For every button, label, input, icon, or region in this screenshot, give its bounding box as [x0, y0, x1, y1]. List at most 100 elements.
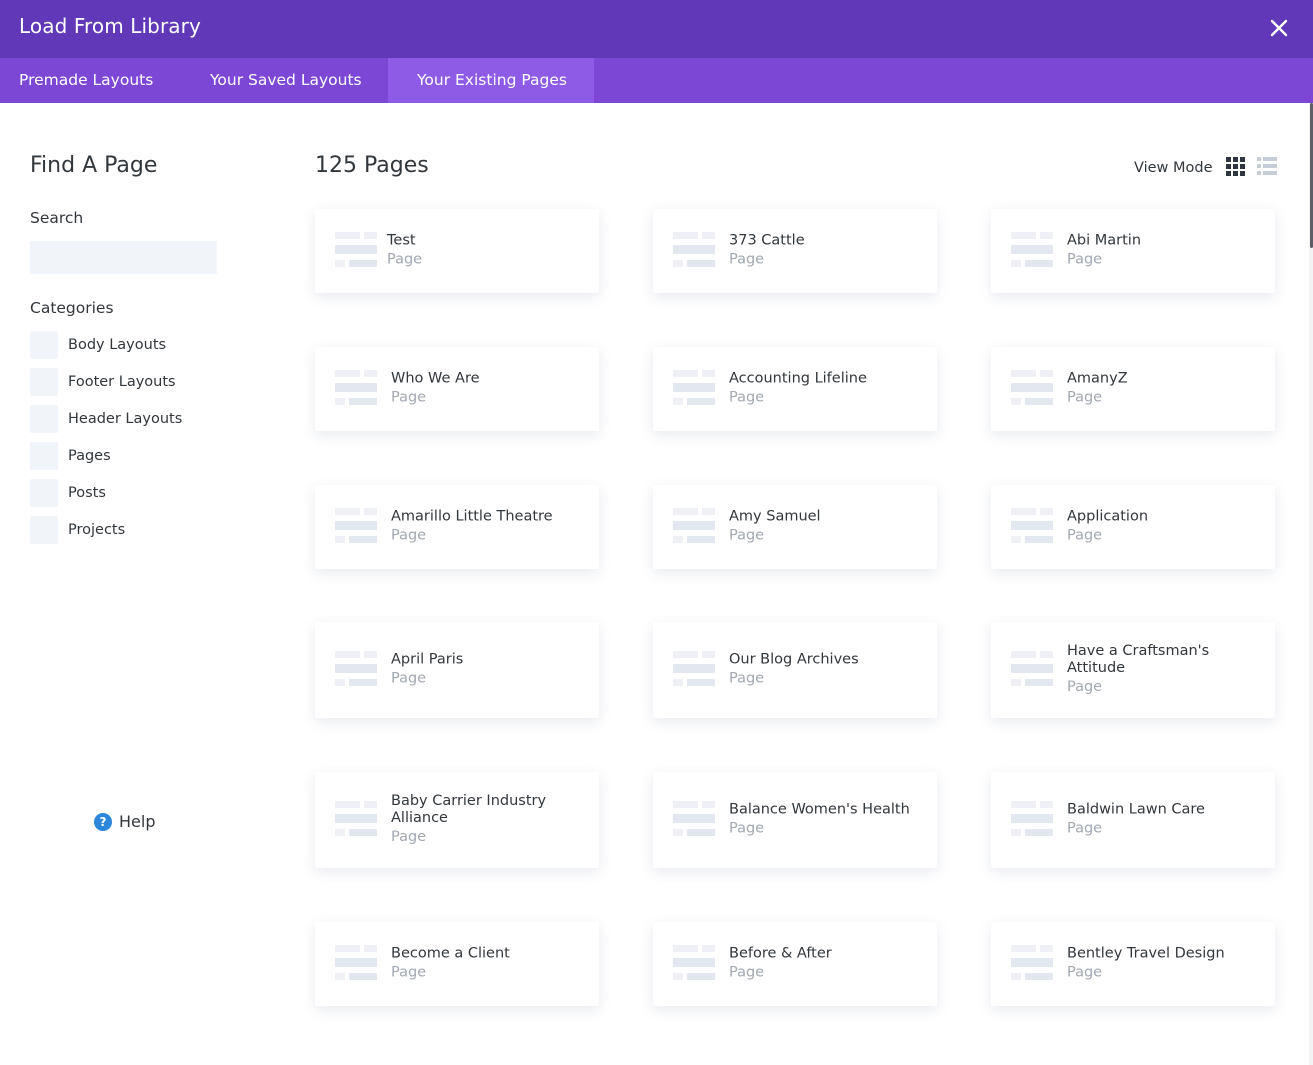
- page-card[interactable]: Our Blog Archives Page: [653, 622, 937, 718]
- layout-thumbnail-icon: [335, 651, 377, 686]
- page-title: Abi Martin: [1067, 232, 1142, 249]
- page-title: Before & After: [729, 945, 832, 962]
- layout-thumbnail-icon: [673, 232, 715, 267]
- category-body-layouts[interactable]: Body Layouts: [30, 331, 166, 359]
- tab-saved-layouts[interactable]: Your Saved Layouts: [191, 58, 388, 103]
- page-type: Page: [1067, 820, 1103, 837]
- page-title: April Paris: [391, 651, 464, 668]
- category-checkbox[interactable]: [30, 405, 58, 433]
- page-type: Page: [729, 527, 765, 544]
- page-title: Accounting Lifeline: [729, 370, 867, 387]
- category-footer-layouts[interactable]: Footer Layouts: [30, 368, 176, 396]
- layout-thumbnail-icon: [335, 801, 377, 836]
- page-card[interactable]: Who We Are Page: [315, 347, 599, 431]
- page-title: Amarillo Little Theatre: [391, 508, 553, 525]
- page-card[interactable]: AmanyZ Page: [991, 347, 1275, 431]
- page-card[interactable]: April Paris Page: [315, 622, 599, 718]
- list-view-button[interactable]: [1257, 157, 1277, 176]
- page-type: Page: [729, 820, 765, 837]
- page-title: Application: [1067, 508, 1149, 525]
- page-card[interactable]: 373 Cattle Page: [653, 209, 937, 293]
- layout-thumbnail-icon: [1011, 508, 1053, 543]
- search-input[interactable]: [30, 241, 217, 274]
- category-pages[interactable]: Pages: [30, 442, 111, 470]
- page-card[interactable]: Bentley Travel Design Page: [991, 922, 1275, 1006]
- category-label: Footer Layouts: [68, 374, 176, 390]
- page-card[interactable]: Baby Carrier Industry Alliance Page: [315, 772, 599, 868]
- page-title: Bentley Travel Design: [1067, 945, 1225, 962]
- tab-premade-layouts[interactable]: Premade Layouts: [0, 58, 180, 103]
- page-title: Who We Are: [391, 370, 480, 387]
- layout-thumbnail-icon: [1011, 651, 1053, 686]
- page-title: 373 Cattle: [729, 232, 805, 249]
- page-card[interactable]: Before & After Page: [653, 922, 937, 1006]
- page-title: Our Blog Archives: [729, 651, 859, 668]
- page-card[interactable]: Become a Client Page: [315, 922, 599, 1006]
- layout-thumbnail-icon: [673, 945, 715, 980]
- page-type: Page: [729, 251, 765, 268]
- page-type: Page: [729, 964, 765, 981]
- page-title: Baldwin Lawn Care: [1067, 801, 1205, 818]
- page-type: Page: [1067, 389, 1103, 406]
- page-title: AmanyZ: [1067, 370, 1128, 387]
- category-checkbox[interactable]: [30, 479, 58, 507]
- page-type: Page: [1067, 251, 1103, 268]
- tab-bar: Premade Layouts Your Saved Layouts Your …: [0, 58, 1313, 103]
- category-projects[interactable]: Projects: [30, 516, 125, 544]
- search-label: Search: [30, 209, 84, 227]
- help-label: Help: [119, 812, 156, 831]
- category-label: Posts: [68, 485, 106, 501]
- page-title: Become a Client: [391, 945, 510, 962]
- page-card[interactable]: Baldwin Lawn Care Page: [991, 772, 1275, 868]
- category-checkbox[interactable]: [30, 331, 58, 359]
- page-card[interactable]: Accounting Lifeline Page: [653, 347, 937, 431]
- page-type: Page: [1067, 679, 1103, 695]
- page-type: Page: [391, 670, 427, 687]
- page-card[interactable]: Have a Craftsman's Attitude Page: [991, 622, 1275, 718]
- category-checkbox[interactable]: [30, 442, 58, 470]
- layout-thumbnail-icon: [1011, 370, 1053, 405]
- categories-label: Categories: [30, 299, 114, 317]
- page-card[interactable]: Amarillo Little Theatre Page: [315, 485, 599, 569]
- page-card[interactable]: Test Page: [315, 209, 599, 293]
- category-header-layouts[interactable]: Header Layouts: [30, 405, 182, 433]
- tab-existing-pages[interactable]: Your Existing Pages: [388, 58, 594, 103]
- layout-thumbnail-icon: [335, 945, 377, 980]
- sidebar-title: Find A Page: [30, 153, 158, 178]
- page-type: Page: [1067, 964, 1103, 981]
- layout-thumbnail-icon: [673, 651, 715, 686]
- page-type: Page: [391, 389, 427, 406]
- page-type: Page: [391, 527, 427, 544]
- page-card[interactable]: Balance Women's Health Page: [653, 772, 937, 868]
- page-card[interactable]: Application Page: [991, 485, 1275, 569]
- page-type: Page: [1067, 527, 1103, 544]
- layout-thumbnail-icon: [335, 508, 377, 543]
- page-type: Page: [391, 964, 427, 981]
- help-icon: ?: [94, 812, 112, 831]
- page-type: Page: [391, 829, 427, 845]
- page-type: Page: [387, 251, 423, 268]
- page-title: Balance Women's Health: [729, 801, 910, 818]
- help-link[interactable]: ? Help: [94, 812, 155, 831]
- page-count: 125 Pages: [315, 153, 429, 178]
- page-title: Test: [387, 232, 416, 249]
- view-mode-label: View Mode: [1134, 160, 1213, 176]
- list-icon: [1257, 157, 1277, 175]
- close-icon: [1270, 19, 1288, 37]
- grid-icon: [1226, 157, 1245, 176]
- category-label: Pages: [68, 448, 111, 464]
- page-title: Baby Carrier Industry Alliance: [391, 793, 547, 826]
- grid-view-button[interactable]: [1226, 157, 1245, 176]
- close-button[interactable]: [1267, 16, 1291, 40]
- category-label: Header Layouts: [68, 411, 183, 427]
- page-title: Have a Craftsman's Attitude: [1067, 643, 1210, 676]
- category-checkbox[interactable]: [30, 368, 58, 396]
- category-label: Projects: [68, 522, 126, 538]
- page-card[interactable]: Abi Martin Page: [991, 209, 1275, 293]
- category-posts[interactable]: Posts: [30, 479, 106, 507]
- page-card[interactable]: Amy Samuel Page: [653, 485, 937, 569]
- category-checkbox[interactable]: [30, 516, 58, 544]
- layout-thumbnail-icon: [1011, 801, 1053, 836]
- layout-thumbnail-icon: [335, 370, 377, 405]
- modal-title: Load From Library: [19, 14, 201, 38]
